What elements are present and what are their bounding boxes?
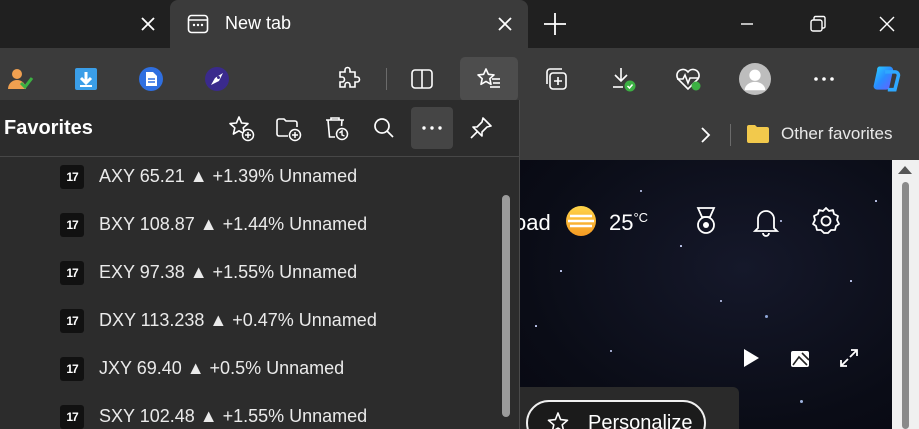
download-extension-icon[interactable] xyxy=(70,63,102,95)
favorite-label: BXY 108.87 ▲ +1.44% Unnamed xyxy=(99,214,368,234)
weather-sun-icon[interactable] xyxy=(564,204,598,243)
toolbar-divider xyxy=(386,68,387,90)
rewards-medal-icon[interactable] xyxy=(690,205,722,242)
scroll-up-arrow-icon[interactable] xyxy=(898,166,912,174)
new-tab-button[interactable] xyxy=(542,11,568,37)
play-icon[interactable] xyxy=(740,347,762,374)
add-to-favorites-icon[interactable] xyxy=(224,111,258,145)
search-favorites-icon[interactable] xyxy=(367,111,401,145)
tab-strip: New tab xyxy=(0,0,919,48)
page-scrollbar-thumb[interactable] xyxy=(902,182,909,429)
close-tab-icon[interactable] xyxy=(136,12,160,36)
favorites-panel-title: Favorites xyxy=(4,117,93,139)
favorite-label: EXY 97.38 ▲ +1.55% Unnamed xyxy=(99,262,358,282)
restore-button[interactable] xyxy=(806,12,830,36)
favorite-label: AXY 65.21 ▲ +1.39% Unnamed xyxy=(99,166,358,186)
new-tab-page-icon xyxy=(186,12,210,36)
list-item[interactable]: 17 SXY 102.48 ▲ +1.55% Unnamed xyxy=(0,394,495,429)
sparkle-star-icon xyxy=(546,411,570,429)
personalize-button[interactable]: Personalize xyxy=(526,400,706,429)
more-options-icon[interactable] xyxy=(808,63,840,95)
profile-avatar-icon[interactable] xyxy=(739,63,771,95)
list-item[interactable]: 17 BXY 108.87 ▲ +1.44% Unnamed xyxy=(0,202,495,250)
partial-text: oad xyxy=(520,210,551,235)
new-tab-background: oad 25°C Personalize xyxy=(520,160,892,429)
tradingview-icon: 17 xyxy=(60,357,84,381)
tradingview-icon: 17 xyxy=(60,309,84,333)
more-options-icon[interactable] xyxy=(411,107,453,149)
tab-title: New tab xyxy=(225,13,292,33)
collections-icon[interactable] xyxy=(540,63,572,95)
copilot-icon[interactable] xyxy=(870,63,902,95)
pin-panel-icon[interactable] xyxy=(464,111,498,145)
rocket-extension-icon[interactable] xyxy=(201,63,233,95)
tradingview-icon: 17 xyxy=(60,261,84,285)
page-scrollbar[interactable] xyxy=(892,160,919,429)
fullscreen-expand-icon[interactable] xyxy=(838,347,860,374)
close-window-button[interactable] xyxy=(875,12,899,36)
favorites-scrollbar-thumb[interactable] xyxy=(502,195,510,417)
notifications-bell-icon[interactable] xyxy=(750,205,782,242)
list-item[interactable]: 17 DXY 113.238 ▲ +0.47% Unnamed xyxy=(0,298,495,346)
favorites-scrollbar[interactable] xyxy=(500,195,512,429)
other-favorites-link[interactable]: Other favorites xyxy=(781,124,893,144)
browser-essentials-icon[interactable] xyxy=(672,63,704,95)
profile-check-extension-icon[interactable] xyxy=(4,63,36,95)
chevron-right-icon[interactable] xyxy=(696,124,716,146)
favorites-panel: Favorites 17 AXY 65.21 ▲ +1.39% Unnamed … xyxy=(0,100,520,429)
add-folder-icon[interactable] xyxy=(271,111,305,145)
split-screen-icon[interactable] xyxy=(406,63,438,95)
image-info-icon[interactable] xyxy=(788,347,812,376)
favorites-bar: Other favorites xyxy=(520,110,919,160)
favorites-button[interactable] xyxy=(460,57,518,101)
favorite-label: DXY 113.238 ▲ +0.47% Unnamed xyxy=(99,310,377,330)
minimize-button[interactable] xyxy=(735,12,759,36)
extensions-icon[interactable] xyxy=(333,63,365,95)
close-tab-icon[interactable] xyxy=(493,12,517,36)
tab-previous[interactable] xyxy=(0,0,168,48)
tradingview-icon: 17 xyxy=(60,165,84,189)
downloads-icon[interactable] xyxy=(607,63,639,95)
favorites-list: 17 AXY 65.21 ▲ +1.39% Unnamed 17 BXY 108… xyxy=(0,157,500,429)
personalize-label: Personalize xyxy=(588,412,693,429)
folder-icon[interactable] xyxy=(745,122,771,146)
settings-gear-icon[interactable] xyxy=(810,205,842,242)
list-item[interactable]: 17 EXY 97.38 ▲ +1.55% Unnamed xyxy=(0,250,495,298)
tradingview-icon: 17 xyxy=(60,213,84,237)
favorites-bar-divider xyxy=(730,124,731,146)
temperature[interactable]: 25°C xyxy=(609,210,648,236)
tradingview-icon: 17 xyxy=(60,405,84,429)
deleted-favorites-icon[interactable] xyxy=(319,111,353,145)
list-item[interactable]: 17 JXY 69.40 ▲ +0.5% Unnamed xyxy=(0,346,495,394)
favorite-label: JXY 69.40 ▲ +0.5% Unnamed xyxy=(99,358,345,378)
document-extension-icon[interactable] xyxy=(135,63,167,95)
list-item[interactable]: 17 AXY 65.21 ▲ +1.39% Unnamed xyxy=(0,157,495,202)
favorites-panel-header: Favorites xyxy=(0,100,520,157)
favorite-label: SXY 102.48 ▲ +1.55% Unnamed xyxy=(99,406,368,426)
tab-new-tab[interactable]: New tab xyxy=(170,0,528,48)
